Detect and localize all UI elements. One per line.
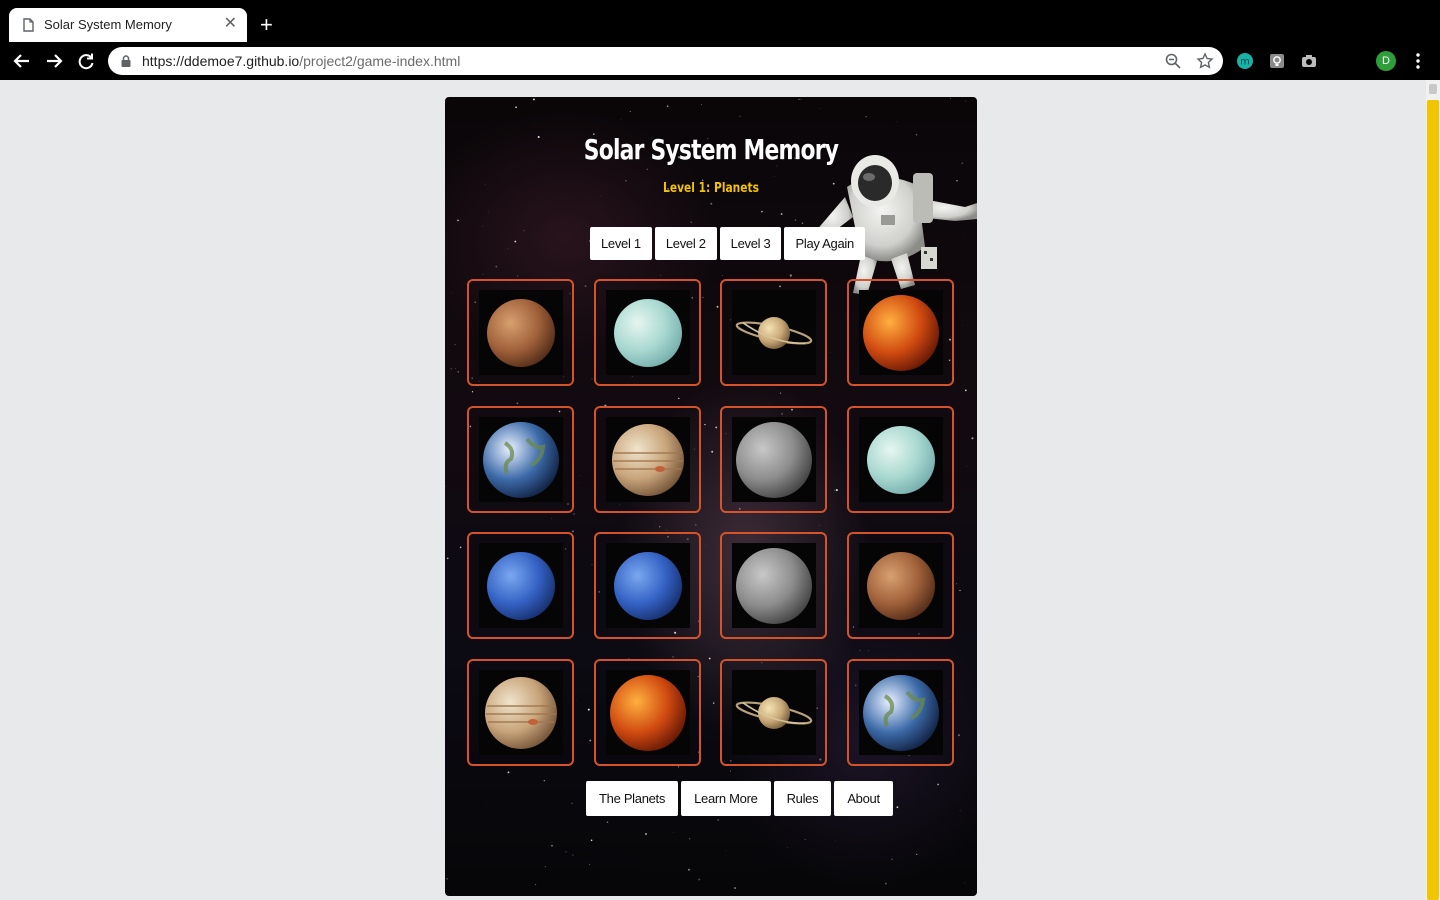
- memory-card[interactable]: [846, 405, 954, 513]
- jupiter-icon: [605, 416, 690, 502]
- memory-card[interactable]: [467, 279, 574, 386]
- close-tab-icon[interactable]: ✕: [224, 15, 237, 33]
- memory-card[interactable]: [467, 405, 574, 513]
- scroll-up-arrow[interactable]: [1429, 84, 1437, 94]
- zoom-icon[interactable]: [1164, 52, 1182, 70]
- scrollbar-thumb[interactable]: [1427, 100, 1439, 900]
- rules-button[interactable]: Rules: [773, 781, 832, 816]
- memory-card[interactable]: [720, 532, 827, 639]
- venus-icon: [858, 290, 943, 375]
- tab-title: Solar System Memory: [44, 17, 172, 32]
- extension-bulb-icon[interactable]: [1269, 53, 1285, 69]
- memory-card[interactable]: [593, 532, 701, 639]
- level-subtitle: Level 1: Planets: [663, 181, 759, 196]
- document-icon: [23, 18, 34, 32]
- venus-icon: [605, 669, 690, 755]
- memory-card[interactable]: [846, 658, 954, 766]
- mercury-icon: [732, 416, 816, 502]
- about-button[interactable]: About: [834, 781, 893, 816]
- extension-m-icon[interactable]: m: [1237, 53, 1253, 69]
- memory-card[interactable]: [593, 658, 701, 766]
- address-bar[interactable]: https://ddemoe7.github.io/project2/game-…: [108, 47, 1223, 75]
- earth-icon: [479, 416, 563, 502]
- jupiter-icon: [479, 669, 563, 755]
- back-arrow-icon[interactable]: [12, 51, 32, 71]
- memory-card[interactable]: [846, 532, 954, 639]
- uranus-icon: [858, 416, 943, 502]
- earth-icon: [858, 669, 943, 755]
- memory-card[interactable]: [720, 405, 827, 513]
- neptune-icon: [479, 543, 563, 628]
- memory-card[interactable]: [593, 279, 701, 386]
- level-3-button[interactable]: Level 3: [719, 227, 782, 260]
- profile-avatar[interactable]: D: [1376, 51, 1396, 71]
- browser-toolbar: https://ddemoe7.github.io/project2/game-…: [0, 42, 1440, 80]
- reload-icon[interactable]: [76, 51, 96, 71]
- mars-icon: [479, 290, 563, 375]
- new-tab-icon[interactable]: +: [260, 14, 273, 36]
- lock-icon: [121, 55, 131, 67]
- footer-button-bar: The Planets Learn More Rules About: [586, 781, 893, 816]
- level-1-button[interactable]: Level 1: [590, 227, 652, 260]
- saturn-icon: [732, 290, 816, 375]
- play-again-button[interactable]: Play Again: [784, 227, 865, 260]
- url-text: https://ddemoe7.github.io/project2/game-…: [142, 53, 461, 69]
- scrollbar-track[interactable]: [1426, 80, 1440, 900]
- memory-card[interactable]: [593, 405, 701, 513]
- tab-strip: Solar System Memory ✕ +: [0, 0, 1440, 42]
- memory-card[interactable]: [720, 658, 827, 766]
- svg-text:m: m: [1240, 57, 1250, 68]
- level-2-button[interactable]: Level 2: [654, 227, 717, 260]
- memory-card[interactable]: [467, 532, 574, 639]
- browser-tab[interactable]: Solar System Memory ✕: [9, 8, 247, 42]
- page-viewport: Solar System Memory Level 1: Planets Lev…: [0, 80, 1440, 900]
- memory-card[interactable]: [720, 279, 827, 386]
- memory-card[interactable]: [846, 279, 954, 386]
- saturn-icon: [732, 669, 816, 755]
- menu-kebab-icon[interactable]: [1416, 52, 1420, 70]
- forward-arrow-icon[interactable]: [44, 51, 64, 71]
- mercury-icon: [732, 543, 816, 628]
- camera-icon[interactable]: [1301, 53, 1317, 69]
- learn-more-button[interactable]: Learn More: [681, 781, 771, 816]
- game-title: Solar System Memory: [583, 133, 839, 166]
- game-panel: Solar System Memory Level 1: Planets Lev…: [445, 97, 977, 896]
- mars-icon: [858, 543, 943, 628]
- uranus-icon: [605, 290, 690, 375]
- bookmark-star-icon[interactable]: [1196, 52, 1214, 70]
- memory-card[interactable]: [467, 658, 574, 766]
- level-button-bar: Level 1 Level 2 Level 3 Play Again: [590, 227, 865, 260]
- the-planets-button[interactable]: The Planets: [586, 781, 679, 816]
- neptune-icon: [605, 543, 690, 628]
